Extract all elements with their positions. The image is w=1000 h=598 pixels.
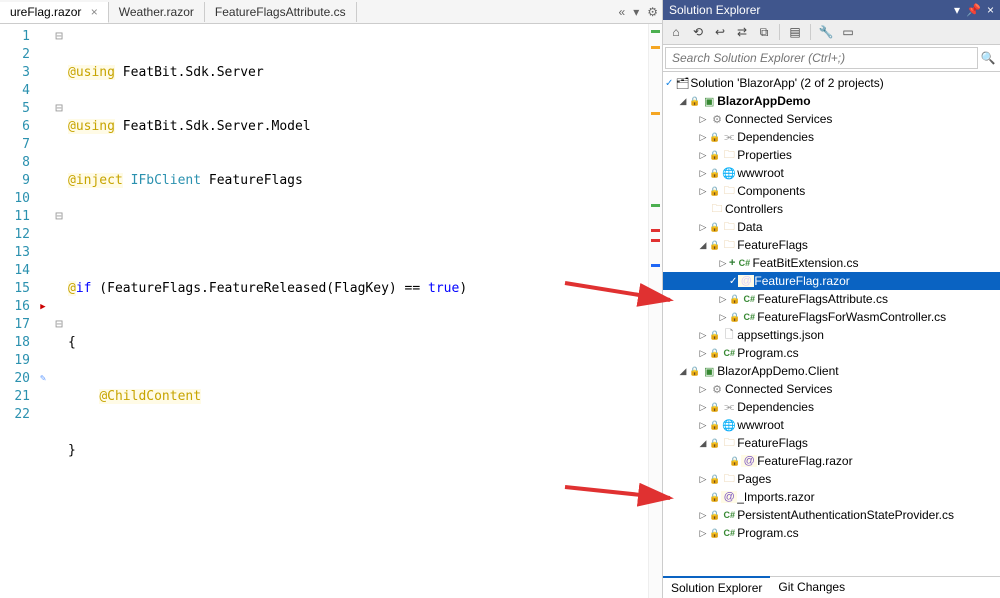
pin-icon[interactable]: 📌 xyxy=(966,3,981,17)
marker-arrow-icon: ▶ xyxy=(36,298,50,316)
tab-weather-razor[interactable]: Weather.razor xyxy=(109,2,205,22)
properties-icon[interactable]: ▭ xyxy=(839,23,857,41)
node-label: appsettings.json xyxy=(737,328,824,342)
node-label: Dependencies xyxy=(737,130,814,144)
project-node-blazorappdemo[interactable]: ◢🔒▣ BlazorAppDemo xyxy=(663,92,1000,110)
wrench-icon[interactable]: 🔧 xyxy=(817,23,835,41)
node-label: Dependencies xyxy=(737,400,814,414)
tree-item-data[interactable]: ▷🔒🗀Data xyxy=(663,218,1000,236)
node-label: FeatBitExtension.cs xyxy=(752,256,858,270)
edit-marker-icon: ✎ xyxy=(36,370,50,388)
bottom-tab-git-changes[interactable]: Git Changes xyxy=(770,577,853,598)
line-number-gutter: 12345678910111213141516171819202122 xyxy=(0,24,36,598)
close-icon[interactable]: × xyxy=(91,5,98,19)
tree-item-properties[interactable]: ▷🔒🗀Properties xyxy=(663,146,1000,164)
tab-label: Weather.razor xyxy=(119,5,194,19)
node-label: Program.cs xyxy=(737,346,798,360)
node-label: FeatureFlags xyxy=(737,238,808,252)
solution-tree[interactable]: ✓🗂 Solution 'BlazorApp' (2 of 2 projects… xyxy=(663,72,1000,576)
node-label: Controllers xyxy=(725,202,783,216)
node-label: Properties xyxy=(737,148,792,162)
panel-bottom-tabs: Solution Explorer Git Changes xyxy=(663,576,1000,598)
node-label: FeatureFlags xyxy=(737,436,808,450)
node-label: BlazorAppDemo xyxy=(717,94,810,108)
tab-featureflagsattribute-cs[interactable]: FeatureFlagsAttribute.cs xyxy=(205,2,357,22)
tree-item-featureflags[interactable]: ◢🔒🗀FeatureFlags xyxy=(663,236,1000,254)
tree-item-pages[interactable]: ▷🔒🗀Pages xyxy=(663,470,1000,488)
tree-item-featureflags[interactable]: ◢🔒🗀FeatureFlags xyxy=(663,434,1000,452)
node-label: Components xyxy=(737,184,805,198)
tree-item-connected-services[interactable]: ▷⚙Connected Services xyxy=(663,380,1000,398)
solution-explorer-search: 🔍 xyxy=(663,45,1000,72)
node-label: Connected Services xyxy=(725,112,832,126)
node-label: Data xyxy=(737,220,762,234)
solution-explorer-titlebar[interactable]: Solution Explorer ▾ 📌 × xyxy=(663,0,1000,20)
node-label: BlazorAppDemo.Client xyxy=(717,364,838,378)
editor-tabbar: ureFlag.razor × Weather.razor FeatureFla… xyxy=(0,0,662,24)
tab-label: ureFlag.razor xyxy=(10,5,81,19)
node-label: Connected Services xyxy=(725,382,832,396)
tree-item-controllers[interactable]: 🗀Controllers xyxy=(663,200,1000,218)
copy-icon[interactable]: ⧉ xyxy=(755,23,773,41)
show-all-icon[interactable]: ▤ xyxy=(786,23,804,41)
panel-title: Solution Explorer xyxy=(669,3,760,17)
tree-item-program-cs[interactable]: ▷🔒C#Program.cs xyxy=(663,524,1000,542)
search-icon[interactable]: 🔍 xyxy=(978,51,998,65)
history-icon[interactable]: ⟲ xyxy=(689,23,707,41)
tree-item-imports-razor[interactable]: 🔒@_Imports.razor xyxy=(663,488,1000,506)
editor-pane: ureFlag.razor × Weather.razor FeatureFla… xyxy=(0,0,662,598)
code-content[interactable]: @using FeatBit.Sdk.Server @using FeatBit… xyxy=(68,24,648,598)
tree-item-featureflag-razor[interactable]: 🔒@FeatureFlag.razor xyxy=(663,452,1000,470)
tree-item-persistentauthstateprovider-cs[interactable]: ▷🔒C#PersistentAuthenticationStateProvide… xyxy=(663,506,1000,524)
close-icon[interactable]: × xyxy=(987,3,994,17)
node-label: wwwroot xyxy=(737,166,784,180)
node-label: FeatureFlag.razor xyxy=(754,274,849,288)
tree-item-featureflagsattribute-cs[interactable]: ▷🔒C#FeatureFlagsAttribute.cs xyxy=(663,290,1000,308)
tree-item-components[interactable]: ▷🔒🗀Components xyxy=(663,182,1000,200)
chevron-down-icon[interactable]: ▾ xyxy=(954,3,960,17)
node-label: FeatureFlag.razor xyxy=(757,454,852,468)
tab-featureflag-razor[interactable]: ureFlag.razor × xyxy=(0,2,109,23)
gear-icon[interactable]: ⚙ xyxy=(647,5,658,19)
node-label: Pages xyxy=(737,472,771,486)
solution-explorer-panel: Solution Explorer ▾ 📌 × ⌂ ⟲ ↩ ⇄ ⧉ ▤ 🔧 ▭ … xyxy=(662,0,1000,598)
project-node-blazorappdemo-client[interactable]: ◢🔒▣ BlazorAppDemo.Client xyxy=(663,362,1000,380)
breakpoint-margin[interactable]: ▶ ✎ xyxy=(36,24,50,598)
tree-item-wwwroot[interactable]: ▷🔒🌐wwwroot xyxy=(663,416,1000,434)
tree-item-featureflag-razor[interactable]: ✓@FeatureFlag.razor xyxy=(663,272,1000,290)
tab-label: FeatureFlagsAttribute.cs xyxy=(215,5,346,19)
node-label: Program.cs xyxy=(737,526,798,540)
tree-item-program-cs[interactable]: ▷🔒C#Program.cs xyxy=(663,344,1000,362)
search-input[interactable] xyxy=(665,47,978,69)
fold-column[interactable]: ⊟ ⊟ ⊟ ⊟ xyxy=(50,24,68,598)
sync-icon[interactable]: ⇄ xyxy=(733,23,751,41)
node-label: PersistentAuthenticationStateProvider.cs xyxy=(737,508,954,522)
tab-overflow-icon[interactable]: « xyxy=(619,5,626,19)
tree-item-wwwroot[interactable]: ▷🔒🌐wwwroot xyxy=(663,164,1000,182)
solution-node[interactable]: ✓🗂 Solution 'BlazorApp' (2 of 2 projects… xyxy=(663,74,1000,92)
tree-item-connected-services[interactable]: ▷⚙Connected Services xyxy=(663,110,1000,128)
tab-dropdown-icon[interactable]: ▾ xyxy=(633,5,639,19)
node-label: FeatureFlagsForWasmController.cs xyxy=(757,310,946,324)
back-icon[interactable]: ↩ xyxy=(711,23,729,41)
solution-explorer-toolbar: ⌂ ⟲ ↩ ⇄ ⧉ ▤ 🔧 ▭ xyxy=(663,20,1000,45)
tree-item-appsettings-json[interactable]: ▷🔒🗋appsettings.json xyxy=(663,326,1000,344)
tree-item-featureflagsforwasmcontroller-cs[interactable]: ▷🔒C#FeatureFlagsForWasmController.cs xyxy=(663,308,1000,326)
bottom-tab-solution-explorer[interactable]: Solution Explorer xyxy=(663,576,770,598)
tree-item-featbitextension-cs[interactable]: ▷+C#FeatBitExtension.cs xyxy=(663,254,1000,272)
code-editor[interactable]: 12345678910111213141516171819202122 ▶ ✎ … xyxy=(0,24,662,598)
node-label: _Imports.razor xyxy=(737,490,814,504)
tree-item-dependencies[interactable]: ▷🔒⫘Dependencies xyxy=(663,128,1000,146)
home-icon[interactable]: ⌂ xyxy=(667,23,685,41)
node-label: FeatureFlagsAttribute.cs xyxy=(757,292,888,306)
node-label: wwwroot xyxy=(737,418,784,432)
minimap-scrollbar[interactable] xyxy=(648,24,662,598)
node-label: Solution 'BlazorApp' (2 of 2 projects) xyxy=(690,76,883,90)
tree-item-dependencies[interactable]: ▷🔒⫘Dependencies xyxy=(663,398,1000,416)
